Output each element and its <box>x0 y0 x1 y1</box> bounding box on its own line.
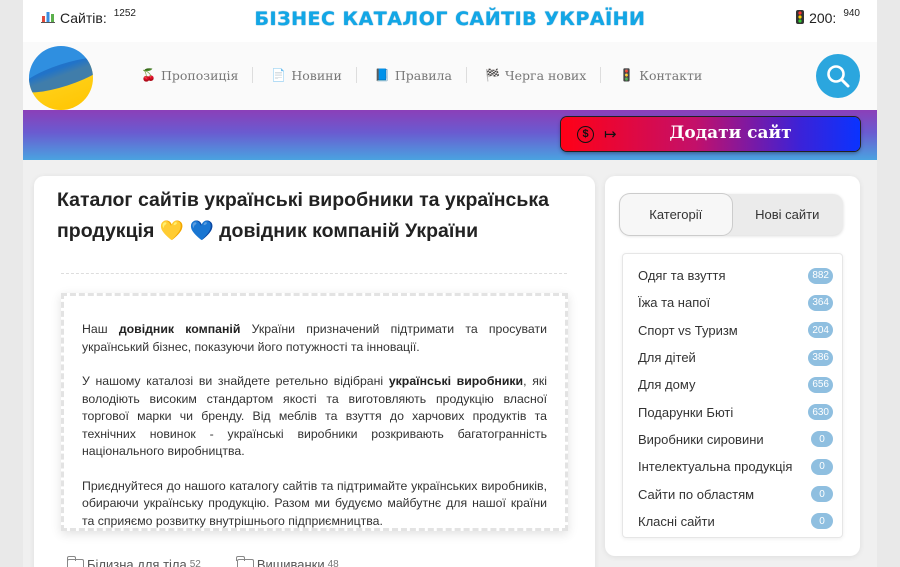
intro-paragraph-1: Наш довідник компаній України призначени… <box>82 322 547 354</box>
list-item[interactable]: Для дому 656 <box>623 371 842 398</box>
intro-text-box: Наш довідник компаній України призначени… <box>61 293 568 531</box>
status-label: 200: <box>809 10 837 26</box>
site-logo[interactable] <box>29 46 93 110</box>
menu-item-news[interactable]: 📄 Новини <box>271 67 357 83</box>
menu-item-label: Контакти <box>639 67 703 83</box>
count-badge: 364 <box>808 294 833 311</box>
bold-link-directory: довідник компаній <box>118 322 241 336</box>
category-link-count: 48 <box>327 559 339 567</box>
intro-paragraph-2: У нашому каталозі ви знайдете ретельно в… <box>82 374 547 458</box>
main-menu: 🍒 Пропозиція 📄 Новини 📘 Правила 🏁 Черга … <box>141 67 734 83</box>
menu-item-offer[interactable]: 🍒 Пропозиція <box>141 67 254 83</box>
menu-item-label: Пропозиція <box>161 67 239 83</box>
list-item[interactable]: Для дітей 386 <box>623 344 842 371</box>
nav-bar: 🍒 Пропозиція 📄 Новини 📘 Правила 🏁 Черга … <box>23 42 877 110</box>
bold-link-producers: українські виробники <box>388 374 524 388</box>
menu-item-queue[interactable]: 🏁 Черга нових <box>484 67 602 83</box>
menu-item-contacts[interactable]: 🚦 Контакти <box>619 67 716 83</box>
count-badge: 0 <box>811 486 833 503</box>
category-links: Білизна для тіла 52 Вишиванки 48 <box>66 555 339 567</box>
traffic-light-icon: 🚦 <box>619 68 635 82</box>
main-content-card: Каталог сайтів українські виробники та у… <box>34 176 595 567</box>
tab-categories[interactable]: Категорії <box>620 194 732 235</box>
add-site-label: Додати сайт <box>669 123 792 143</box>
category-link-label: Білизна для тіла <box>87 557 187 567</box>
book-icon: 📘 <box>374 68 390 82</box>
category-link-underwear[interactable]: Білизна для тіла 52 <box>66 555 201 567</box>
list-item[interactable]: Сайти по областям 0 <box>623 480 842 507</box>
category-link-embroidery[interactable]: Вишиванки 48 <box>236 555 339 567</box>
count-badge: 386 <box>808 349 833 366</box>
checkered-flag-icon: 🏁 <box>484 68 500 82</box>
category-link-label: Вишиванки <box>256 557 325 567</box>
add-site-button[interactable]: $ ↦ Додати сайт <box>561 117 860 151</box>
list-item[interactable]: Виробники сировини 0 <box>623 426 842 453</box>
menu-item-label: Правила <box>394 67 452 83</box>
count-badge: 0 <box>811 458 833 475</box>
page-title: Каталог сайтів українські виробники та у… <box>57 189 549 242</box>
top-bar: Сайтів: 1252 БІЗНЕС КАТАЛОГ САЙТІВ УКРАЇ… <box>23 0 877 42</box>
count-badge: 656 <box>808 376 833 393</box>
list-item[interactable]: Спорт vs Туризм 204 <box>623 317 842 344</box>
intro-paragraph-3: Приєднуйтеся до нашого каталогу сайтів т… <box>82 478 547 528</box>
list-item[interactable]: Класні сайти 0 <box>623 508 842 535</box>
cherry-icon: 🍒 <box>141 68 156 82</box>
banner: $ ↦ Додати сайт <box>23 110 877 160</box>
count-badge: 204 <box>808 322 833 339</box>
count-badge: 0 <box>811 431 833 448</box>
tab-new-sites[interactable]: Нові сайти <box>732 194 844 235</box>
search-icon <box>827 65 850 88</box>
sidebar: Категорії Нові сайти Одяг та взуття 882 Ї… <box>605 176 860 556</box>
traffic-light-icon <box>796 10 805 27</box>
list-item[interactable]: Одяг та взуття 882 <box>623 262 842 289</box>
site-title[interactable]: БІЗНЕС КАТАЛОГ САЙТІВ УКРАЇНИ <box>23 8 877 30</box>
sidebar-tabs: Категорії Нові сайти <box>620 194 843 235</box>
status-counter: 200: 940 <box>796 8 860 27</box>
folder-icon <box>66 555 84 567</box>
menu-item-label: Черга нових <box>504 67 587 83</box>
status-count: 940 <box>843 8 860 19</box>
list-item[interactable]: Їжа та напої 364 <box>623 289 842 316</box>
page: Сайтів: 1252 БІЗНЕС КАТАЛОГ САЙТІВ УКРАЇ… <box>23 0 877 567</box>
folder-icon <box>236 555 254 567</box>
menu-item-rules[interactable]: 📘 Правила <box>375 67 467 83</box>
category-list: Одяг та взуття 882 Їжа та напої 364 Спорт … <box>622 253 843 538</box>
search-button[interactable] <box>816 54 860 98</box>
document-icon: 📄 <box>271 68 287 82</box>
category-link-count: 52 <box>189 559 201 567</box>
count-badge: 630 <box>808 404 833 421</box>
list-item[interactable]: Інтелектуальна продукція 0 <box>623 453 842 480</box>
count-badge: 0 <box>811 513 833 530</box>
divider <box>61 273 567 274</box>
list-item[interactable]: Подарунки Бюті 630 <box>623 398 842 425</box>
menu-item-label: Новини <box>291 67 342 83</box>
count-badge: 882 <box>808 267 833 284</box>
